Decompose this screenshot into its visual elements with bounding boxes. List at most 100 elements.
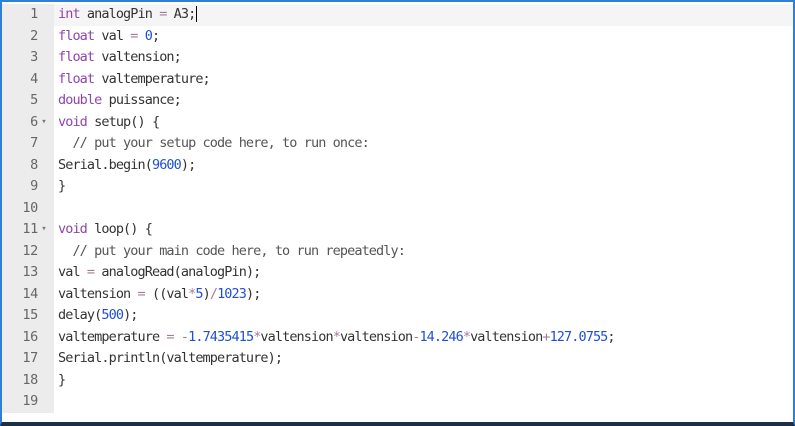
code-line[interactable]: 8 Serial.begin(9600); (2, 154, 793, 177)
code-token: * (332, 328, 341, 345)
code-text: float valtension; (58, 47, 182, 69)
line-number: 3 (30, 49, 38, 65)
line-number: 10 (22, 199, 38, 216)
line-number: 15 (22, 307, 38, 323)
code-line[interactable]: 15 delay(500); (2, 305, 793, 327)
line-number: 8 (30, 156, 38, 173)
code-token: // put your main code here, to run repea… (58, 242, 405, 259)
code-token: 1023 (217, 285, 247, 302)
code-token: + (542, 328, 550, 345)
code-token: valtension; (94, 49, 181, 65)
code-token: val (94, 27, 131, 44)
code-line[interactable]: 1 int analogPin = A3; (2, 4, 793, 26)
code-token: float (58, 27, 95, 44)
line-number: 6 (30, 113, 38, 130)
code-token: ) (202, 285, 211, 302)
code-token: 127.0755 (549, 328, 609, 345)
line-number: 9 (30, 178, 38, 194)
code-token: 500 (101, 307, 124, 323)
code-text: float val = 0; (58, 26, 160, 48)
code-token: ); (245, 285, 261, 302)
code-line[interactable]: 4 float valtemperature; (2, 68, 793, 91)
code-token: / (209, 285, 218, 302)
code-text: void setup() { (58, 112, 160, 134)
code-line[interactable]: 18} (2, 369, 793, 392)
code-token: int (58, 6, 81, 22)
code-area[interactable]: 1 int analogPin = A3; 2 float val = 0; 3 floa… (2, 4, 793, 413)
code-token: 9600 (151, 156, 182, 173)
code-text: Serial.begin(9600); (58, 155, 196, 177)
code-line[interactable]: 9} (2, 176, 793, 198)
code-token: ; (151, 27, 160, 44)
line-number: 7 (30, 135, 38, 151)
code-token: ); (180, 156, 196, 173)
code-token: double (58, 92, 102, 108)
code-token: analogRead(analogPin); (94, 264, 261, 280)
code-text: val = analogRead(analogPin); (58, 262, 261, 284)
code-line[interactable]: 7 // put your setup code here, to run on… (2, 133, 793, 155)
line-number: 14 (22, 285, 38, 302)
code-token: void (58, 113, 88, 130)
code-token: valtension (339, 328, 413, 345)
code-text: float valtemperature; (58, 69, 211, 91)
code-token: valtension (470, 328, 543, 345)
code-token: float (58, 49, 95, 65)
code-token: ((val (144, 285, 189, 302)
code-text: // put your setup code here, to run once… (58, 133, 369, 155)
fold-toggle-icon[interactable]: ▾ (38, 219, 50, 241)
code-token: * (462, 328, 471, 345)
code-token: } (58, 371, 66, 388)
code-token: = (137, 285, 146, 302)
code-token: ; (607, 328, 615, 345)
code-line[interactable]: 10 (2, 197, 793, 219)
code-text: Serial.println(valtemperature); (58, 348, 283, 370)
code-token: float (58, 70, 95, 87)
code-text: valtemperature = -1.7435415*valtension*v… (58, 327, 616, 349)
code-line[interactable]: 17 Serial.println(valtemperature); (2, 348, 793, 370)
code-text: void loop() { (58, 219, 153, 241)
code-token: = (130, 27, 138, 44)
code-text: delay(500); (58, 305, 138, 327)
line-number: 11 (22, 221, 38, 237)
line-number: 17 (22, 350, 38, 366)
code-token: valtension (260, 328, 333, 345)
code-line[interactable]: 16 valtemperature = -1.7435415*valtension… (2, 326, 793, 349)
code-text: valtension = ((val*5)/1023); (58, 284, 261, 306)
code-token: loop() { (86, 221, 153, 237)
code-token: = (166, 328, 174, 345)
code-token: valtension (58, 285, 138, 302)
code-line[interactable]: 12 // put your main code here, to run re… (2, 240, 793, 263)
code-line[interactable]: 5 double puissance; (2, 90, 793, 112)
code-line[interactable]: 19 (2, 391, 793, 413)
line-number: 1 (30, 6, 38, 22)
code-text: } (58, 176, 66, 198)
code-line[interactable]: 13 val = analogRead(analogPin); (2, 262, 793, 284)
line-number: 2 (30, 27, 38, 44)
code-token: delay( (58, 307, 102, 323)
code-token: A3; (166, 6, 197, 22)
code-token: analogPin (79, 6, 160, 22)
code-token: 0 (144, 27, 153, 44)
code-token: Serial.begin( (58, 156, 153, 173)
code-token: valtemperature; (94, 70, 210, 87)
code-token: valtemperature (58, 328, 167, 345)
code-token: setup() { (86, 113, 160, 130)
line-number: 16 (22, 328, 38, 345)
code-editor[interactable]: 1 int analogPin = A3; 2 float val = 0; 3 floa… (0, 0, 795, 426)
line-number: 13 (22, 264, 38, 280)
code-line[interactable]: 6 ▾ void setup() { (2, 111, 793, 134)
fold-toggle-icon[interactable]: ▾ (38, 112, 50, 134)
code-text: // put your main code here, to run repea… (58, 241, 405, 263)
code-token: val (58, 264, 87, 280)
code-text: } (58, 370, 66, 392)
code-token: ); (123, 307, 138, 323)
code-token: void (58, 221, 88, 237)
code-line[interactable]: 14 valtension = ((val*5)/1023); (2, 283, 793, 306)
code-line[interactable]: 3 float valtension; (2, 47, 793, 69)
code-line[interactable]: 2 float val = 0; (2, 25, 793, 48)
code-text: int analogPin = A3; (58, 4, 198, 26)
code-token: 5 (195, 285, 203, 302)
code-line[interactable]: 11 ▾ void loop() { (2, 219, 793, 241)
